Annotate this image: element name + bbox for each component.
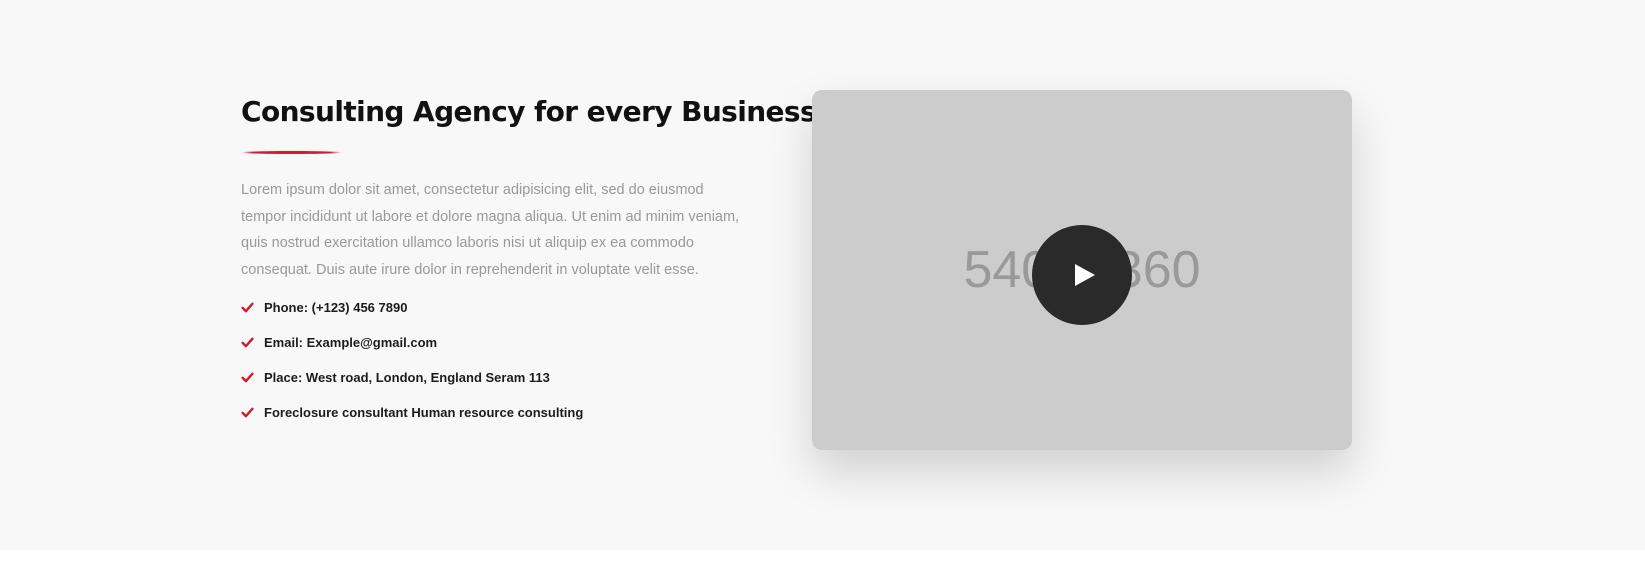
place-text: Place: West road, London, England Seram … xyxy=(264,370,550,385)
about-content: Consulting Agency for every Business Lor… xyxy=(241,92,817,420)
check-icon xyxy=(241,302,254,313)
check-icon xyxy=(241,372,254,383)
play-button[interactable] xyxy=(1032,225,1132,325)
check-icon xyxy=(241,407,254,418)
intro-text: Lorem ipsum dolor sit amet, consectetur … xyxy=(241,182,740,278)
phone-text: Phone: (+123) 456 7890 xyxy=(264,300,408,315)
title-underline xyxy=(241,151,342,154)
email-text: Email: Example@gmail.com xyxy=(264,335,438,350)
list-item-email: Email: Example@gmail.com xyxy=(241,333,583,368)
services-text: Foreclosure consultant Human resource co… xyxy=(264,405,584,420)
contact-list: Phone: (+123) 456 7890 Email: Example@gm… xyxy=(241,298,583,438)
play-icon xyxy=(1075,264,1095,286)
section-title: Consulting Agency for every Business xyxy=(241,95,817,128)
list-item-place: Place: West road, London, England Seram … xyxy=(241,368,583,403)
check-icon xyxy=(241,337,254,348)
video-thumbnail[interactable]: 540 X 360 xyxy=(812,90,1352,450)
list-item-phone: Phone: (+123) 456 7890 xyxy=(241,298,583,333)
list-item-services: Foreclosure consultant Human resource co… xyxy=(241,403,583,438)
about-section: Consulting Agency for every Business Lor… xyxy=(0,0,1645,550)
